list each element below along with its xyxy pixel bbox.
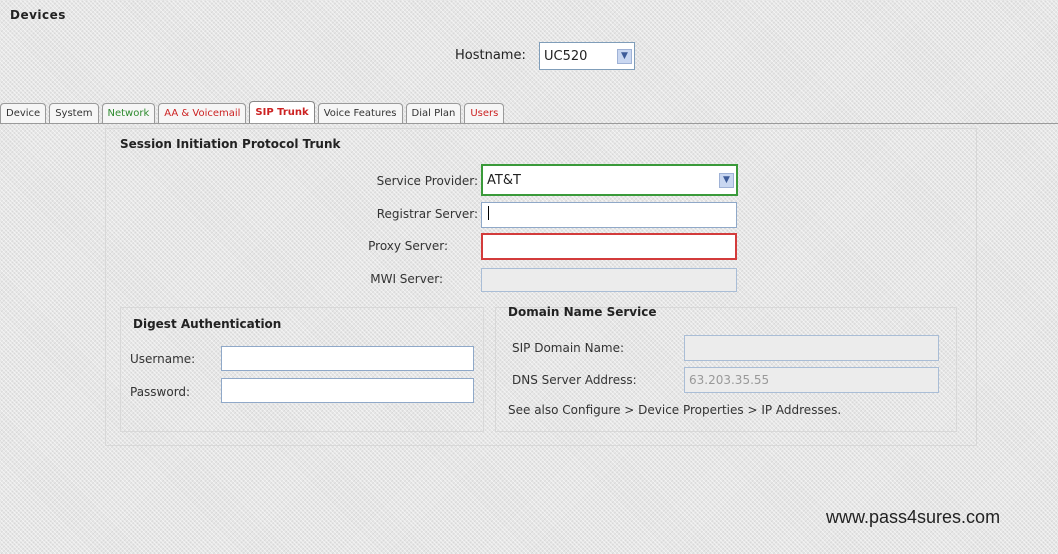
service-provider-select[interactable]: AT&T ▼ [481, 164, 738, 196]
tab-system[interactable]: System [49, 103, 99, 123]
tab-divider [0, 123, 1058, 124]
tab-aa-voicemail[interactable]: AA & Voicemail [158, 103, 247, 123]
username-input[interactable] [221, 346, 474, 371]
dns-server-label: DNS Server Address: [512, 373, 637, 387]
tab-voice-features[interactable]: Voice Features [317, 103, 403, 123]
watermark-text: www.pass4sures.com [826, 507, 1001, 527]
chevron-down-icon[interactable]: ▼ [719, 172, 734, 188]
tab-users[interactable]: Users [464, 103, 505, 123]
tab-dial-plan[interactable]: Dial Plan [405, 103, 462, 123]
sip-domain-input[interactable] [684, 335, 939, 361]
text-cursor [488, 206, 489, 220]
sip-section-title: Session Initiation Protocol Trunk [120, 137, 341, 151]
username-label: Username: [130, 352, 196, 366]
dns-title: Domain Name Service [508, 305, 657, 319]
proxy-server-input[interactable] [481, 233, 737, 260]
mwi-server-input[interactable] [481, 268, 737, 292]
proxy-server-label: Proxy Server: [368, 239, 448, 253]
service-provider-label: Service Provider: [376, 174, 478, 188]
hostname-label: Hostname: [455, 48, 526, 63]
tab-network[interactable]: Network [101, 103, 156, 123]
tab-bar: Device System Network AA & Voicemail SIP… [0, 101, 507, 124]
password-input[interactable] [221, 378, 474, 403]
mwi-server-label: MWI Server: [370, 272, 443, 286]
registrar-server-input[interactable] [481, 202, 737, 228]
service-provider-value: AT&T [487, 172, 521, 188]
hostname-value: UC520 [544, 48, 588, 64]
tab-sip-trunk[interactable]: SIP Trunk [249, 101, 315, 123]
dns-note: See also Configure > Device Properties >… [508, 403, 842, 417]
page-title: Devices [10, 8, 66, 22]
digest-auth-title: Digest Authentication [133, 317, 282, 331]
dns-server-input[interactable]: 63.203.35.55 [684, 367, 939, 393]
tab-device[interactable]: Device [0, 103, 47, 123]
registrar-server-label: Registrar Server: [376, 207, 478, 221]
chevron-down-icon[interactable]: ▼ [617, 48, 632, 64]
sip-domain-label: SIP Domain Name: [512, 341, 625, 355]
password-label: Password: [130, 385, 191, 399]
hostname-select[interactable]: UC520 ▼ [539, 42, 635, 70]
